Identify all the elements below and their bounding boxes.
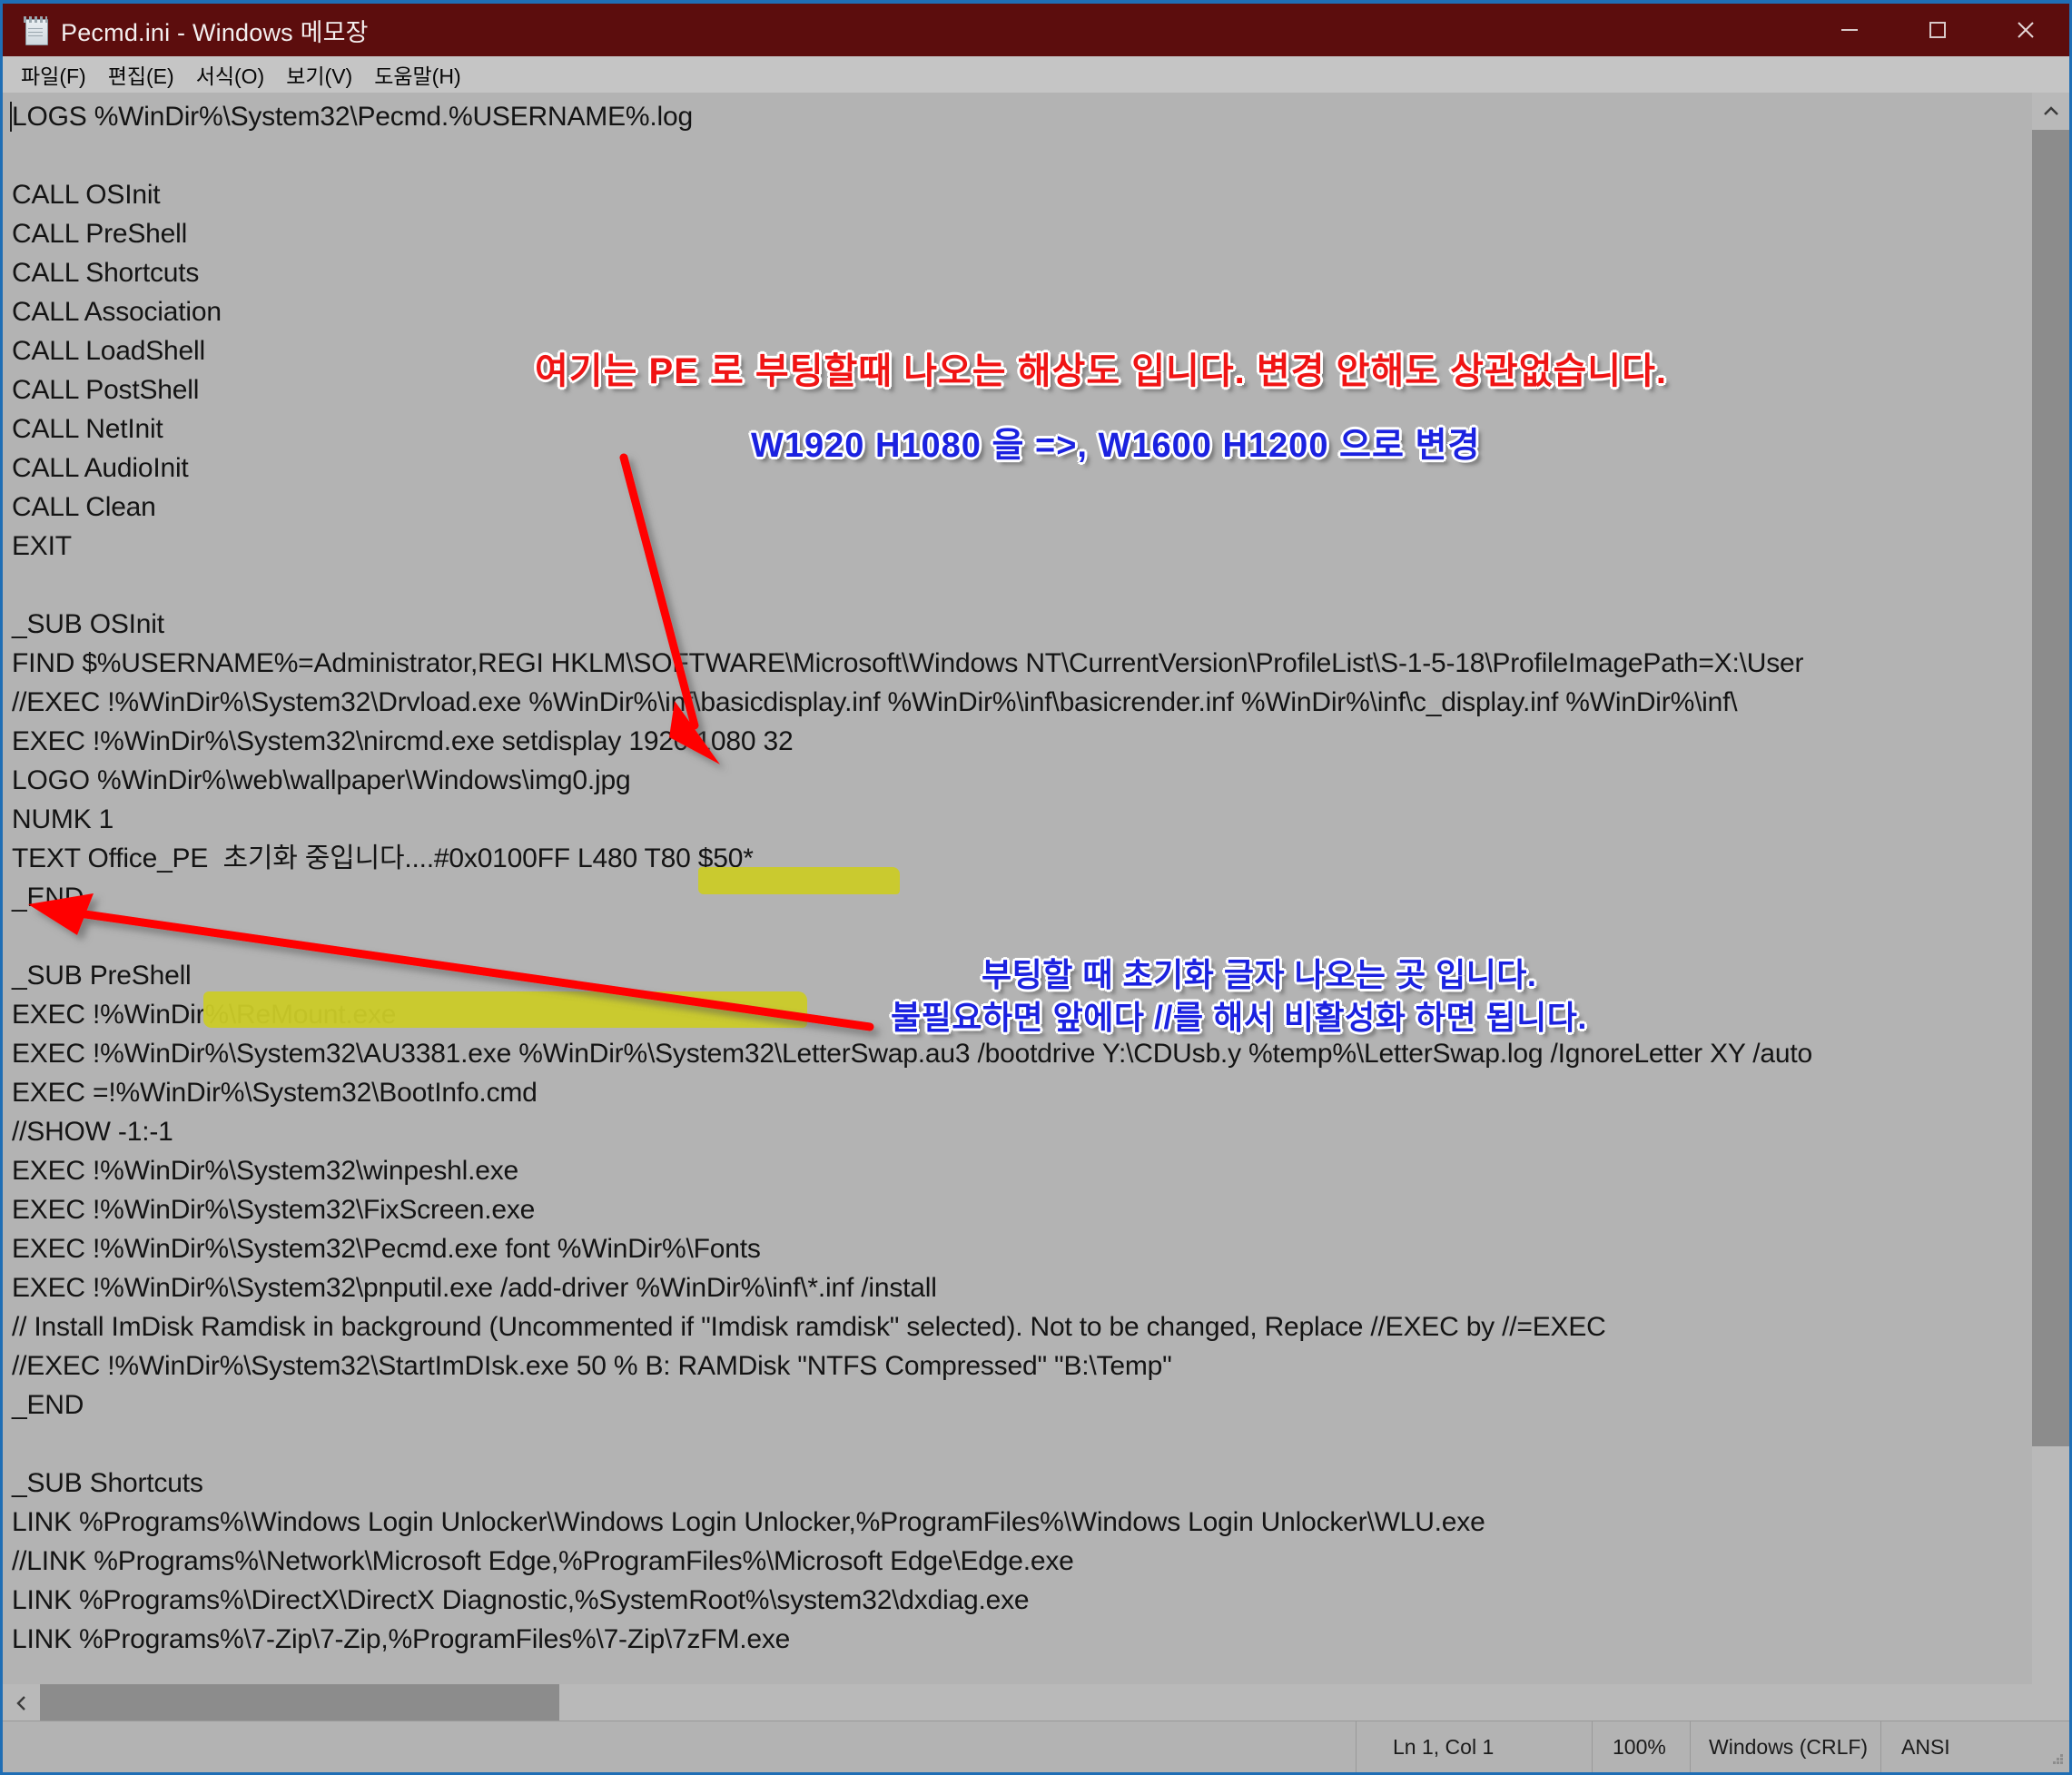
title-bar-left: Pecmd.ini - Windows 메모장 [3,13,1805,48]
editor-line: FIND $%USERNAME%=Administrator,REGI HKLM… [12,648,1804,678]
notepad-icon [23,15,48,45]
editor-line: EXEC !%WinDir%\System32\pnputil.exe /add… [12,1273,937,1303]
editor-line: EXIT [12,531,72,561]
menu-help[interactable]: 도움말(H) [363,57,471,92]
editor-line: //EXEC !%WinDir%\System32\Drvload.exe %W… [12,687,1738,717]
editor-line: CALL OSInit [12,180,161,210]
text-editor[interactable]: LOGS %WinDir%\System32\Pecmd.%USERNAME%.… [8,93,2027,1684]
editor-line: _SUB Shortcuts [12,1468,203,1498]
window-title: Pecmd.ini - Windows 메모장 [61,18,369,46]
vertical-scrollbar[interactable] [2032,93,2069,1684]
menu-view[interactable]: 보기(V) [275,57,363,92]
menu-file[interactable]: 파일(F) [10,57,97,92]
editor-line: // Install ImDisk Ramdisk in background … [12,1312,1606,1342]
editor-line: EXEC !%WinDir%\System32\Pecmd.exe font %… [12,1234,761,1264]
editor-line: _END [12,883,84,912]
editor-line: LINK %Programs%\7-Zip\7-Zip,%ProgramFile… [12,1624,791,1654]
maximize-button[interactable] [1893,4,1981,56]
editor-line: _END [12,1390,84,1420]
editor-line: LOGS %WinDir%\System32\Pecmd.%USERNAME%.… [12,102,693,132]
resize-grip[interactable] [2044,1721,2069,1772]
minimize-button[interactable] [1805,4,1893,56]
annotation-blue-note-resolution: W1920 H1080 을 =>, W1600 H1200 으로 변경 [751,427,1481,465]
editor-line: NUMK 1 [12,804,114,834]
editor-line: //LINK %Programs%\Network\Microsoft Edge… [12,1546,1074,1576]
close-button[interactable] [1981,4,2069,56]
editor-line: EXEC !%WinDir%\System32\nircmd.exe setdi… [12,726,794,756]
annotation-red-note: 여기는 PE 로 부팅할때 나오는 해상도 입니다. 변경 안해도 상관없습니다… [535,351,1668,391]
editor-text-content: LOGS %WinDir%\System32\Pecmd.%USERNAME%.… [12,97,2027,1659]
editor-line: CALL Shortcuts [12,258,200,288]
editor-line: //EXEC !%WinDir%\System32\StartImDIsk.ex… [12,1351,1172,1381]
notepad-window: Pecmd.ini - Windows 메모장 파일(F) 편집(E) 서식(O… [0,0,2072,1775]
scroll-left-button[interactable] [3,1684,40,1721]
menu-format[interactable]: 서식(O) [185,57,276,92]
editor-line: EXEC !%WinDir%\System32\winpeshl.exe [12,1156,518,1186]
editor-line: EXEC !%WinDir%\System32\AU3381.exe %WinD… [12,1039,1813,1069]
editor-line: _SUB OSInit [12,609,164,639]
menu-edit[interactable]: 편집(E) [97,57,185,92]
editor-line: LOGO %WinDir%\web\wallpaper\Windows\img0… [12,765,631,795]
scroll-up-button[interactable] [2032,93,2069,130]
horizontal-scroll-thumb[interactable] [40,1684,559,1721]
scrollbar-corner [2032,1684,2069,1721]
horizontal-scrollbar[interactable] [3,1684,2032,1721]
menu-bar: 파일(F) 편집(E) 서식(O) 보기(V) 도움말(H) [3,56,2069,93]
status-encoding: ANSI [1880,1721,2044,1772]
annotation-blue-note-text-line2: 불필요하면 앞에다 //를 해서 비활성화 하면 됩니다. [891,999,1587,1036]
status-bar: Ln 1, Col 1 100% Windows (CRLF) ANSI [3,1721,2069,1772]
editor-line: EXEC =!%WinDir%\System32\BootInfo.cmd [12,1078,538,1108]
editor-line: LINK %Programs%\DirectX\DirectX Diagnost… [12,1585,1030,1615]
title-bar: Pecmd.ini - Windows 메모장 [3,4,2069,56]
editor-line: EXEC !%WinDir%\System32\FixScreen.exe [12,1195,536,1225]
editor-line: CALL Clean [12,492,156,522]
editor-line: TEXT Office_PE 초기화 중입니다....#0x0100FF L48… [12,843,754,873]
editor-line: CALL Association [12,297,222,327]
editor-line: CALL PreShell [12,219,188,249]
status-line-ending: Windows (CRLF) [1690,1721,1880,1772]
editor-line: LINK %Programs%\Windows Login Unlocker\W… [12,1507,1485,1537]
status-cursor-position: Ln 1, Col 1 [1356,1721,1592,1772]
editor-line: //SHOW -1:-1 [12,1117,173,1147]
status-zoom-level[interactable]: 100% [1592,1721,1690,1772]
annotation-blue-note-text: 부팅할 때 초기화 글자 나오는 곳 입니다. 불필요하면 앞에다 //를 해서… [891,953,1587,1039]
vertical-scroll-thumb[interactable] [2032,130,2069,1446]
annotation-blue-note-text-line1: 부팅할 때 초기화 글자 나오는 곳 입니다. [982,956,1537,993]
